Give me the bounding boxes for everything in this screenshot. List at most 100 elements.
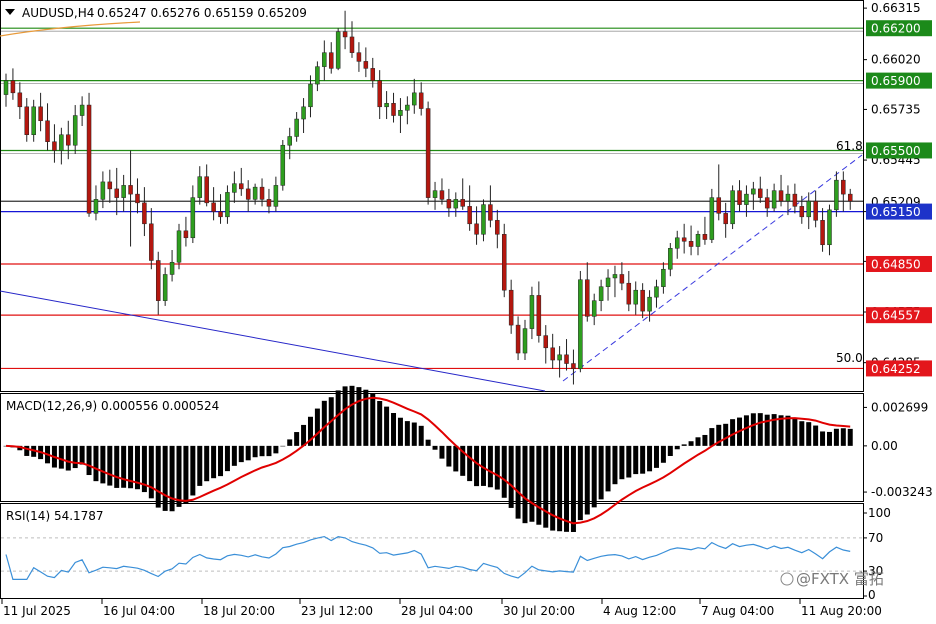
macd-bar xyxy=(577,445,583,521)
candle-body xyxy=(585,279,590,317)
macd-bar xyxy=(349,385,355,446)
macd-bar xyxy=(224,445,230,472)
candle-body xyxy=(287,136,292,146)
candle-body xyxy=(716,197,722,214)
candle-body xyxy=(578,279,583,370)
candle-body xyxy=(564,354,569,364)
price-tag-label: 0.64850 xyxy=(871,257,921,271)
rsi-label: RSI(14) 54.1787 xyxy=(6,509,104,523)
macd-bar xyxy=(231,445,237,466)
macd-bar xyxy=(370,393,376,446)
time-tick-label: 11 Jul 2025 xyxy=(3,604,71,618)
candle-body xyxy=(806,200,811,218)
macd-bar xyxy=(273,445,279,454)
background xyxy=(0,0,936,624)
price-tag-label: 0.64252 xyxy=(871,362,921,376)
macd-bar xyxy=(93,445,99,482)
macd-bar xyxy=(723,423,729,446)
macd-label: MACD(12,26,9) 0.000556 0.000524 xyxy=(6,399,219,413)
candle-body xyxy=(239,183,244,190)
macd-bar xyxy=(633,445,639,475)
candle-body xyxy=(737,190,742,205)
candle-body xyxy=(100,181,106,200)
candle-body xyxy=(834,179,839,211)
candle-body xyxy=(405,104,410,111)
candle-body xyxy=(529,295,535,329)
macd-bar xyxy=(709,428,715,446)
candle-body xyxy=(418,92,424,109)
macd-bar xyxy=(335,390,341,446)
candle-body xyxy=(142,202,147,225)
candle-body xyxy=(744,193,749,205)
macd-bar xyxy=(826,431,832,446)
macd-bar xyxy=(72,445,78,469)
candle-body xyxy=(162,274,168,301)
macd-bar xyxy=(833,428,839,446)
candle-body xyxy=(778,190,784,202)
candle-body xyxy=(218,211,223,218)
candle-body xyxy=(474,223,479,235)
macd-bar xyxy=(404,421,410,446)
macd-bar xyxy=(266,445,272,457)
candle-body xyxy=(128,185,133,195)
macd-bar xyxy=(598,445,604,500)
candle-body xyxy=(183,230,189,239)
macd-bar xyxy=(301,424,307,446)
macd-bar xyxy=(612,445,618,485)
macd-bar xyxy=(847,428,853,446)
candle-body xyxy=(709,197,715,240)
candle-body xyxy=(501,234,507,291)
candle-body xyxy=(225,192,230,218)
candle-body xyxy=(322,52,327,67)
macd-bar xyxy=(252,445,258,458)
time-tick-label: 18 Jul 20:00 xyxy=(203,604,275,618)
macd-bar xyxy=(314,408,320,446)
price-tag-label: 0.64557 xyxy=(871,309,921,323)
macd-bar xyxy=(840,428,846,446)
candle-body xyxy=(259,186,265,200)
price-tick-label: 0.66315 xyxy=(871,1,921,15)
candle-body xyxy=(612,274,618,279)
fib-label-500: 50.0 xyxy=(836,351,863,365)
candle-body xyxy=(273,185,279,207)
macd-bar xyxy=(626,445,632,478)
candle-body xyxy=(522,328,528,354)
price-tags: 0.662000.659000.655000.652090.651500.648… xyxy=(866,20,932,377)
candle-body xyxy=(232,183,237,193)
candle-body xyxy=(301,106,306,120)
macd-bar xyxy=(806,422,812,446)
macd-bar xyxy=(501,445,507,498)
candle-body xyxy=(792,193,798,207)
macd-bar xyxy=(813,425,819,446)
chart-canvas[interactable]: AUDUSD,H4 0.65247 0.65276 0.65159 0.6520… xyxy=(0,0,936,624)
macd-bar xyxy=(259,445,265,457)
candle-body xyxy=(536,295,542,336)
watermark: @FXTX 富拓 xyxy=(796,570,884,588)
candle-body xyxy=(204,176,209,204)
candle-body xyxy=(571,363,576,370)
candle-body xyxy=(508,289,514,326)
time-tick-label: 7 Aug 04:00 xyxy=(701,604,774,618)
rsi-tick-label: 100 xyxy=(868,506,891,520)
macd-bar xyxy=(653,445,659,468)
candle-body xyxy=(688,241,694,247)
candle-body xyxy=(93,199,99,214)
macd-bar xyxy=(799,421,805,446)
macd-bar xyxy=(757,413,763,446)
macd-bar xyxy=(508,445,514,508)
rsi-tick-label: 0 xyxy=(868,588,876,602)
candle-body xyxy=(758,188,763,198)
candle-body xyxy=(495,220,500,235)
macd-bar xyxy=(86,445,92,476)
candle-body xyxy=(764,197,770,209)
macd-bar xyxy=(321,400,327,446)
macd-bar xyxy=(647,445,653,472)
candle-body xyxy=(467,206,472,225)
candle-body xyxy=(633,289,638,305)
candle-body xyxy=(827,209,832,246)
candle-body xyxy=(481,204,486,235)
candle-body xyxy=(820,220,825,246)
candle-body xyxy=(668,248,673,270)
candle-body xyxy=(45,120,50,142)
candle-body xyxy=(79,104,85,116)
